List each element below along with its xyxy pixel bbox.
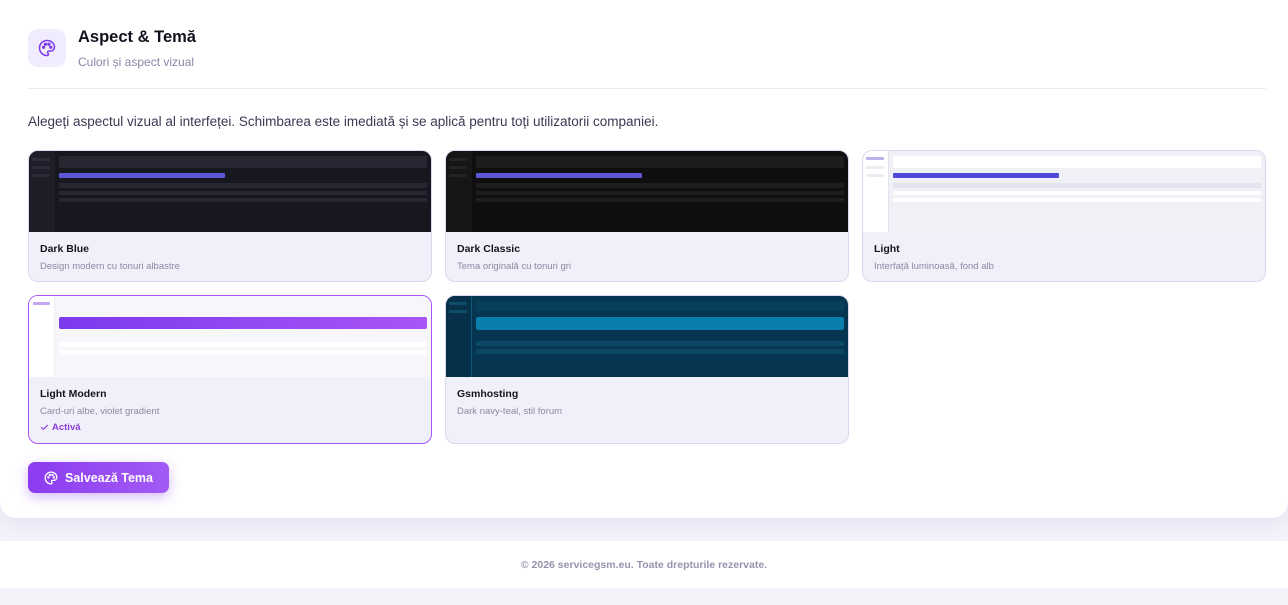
theme-description: Alegeți aspectul vizual al interfeței. S… bbox=[28, 114, 659, 129]
theme-preview-light bbox=[863, 151, 1265, 232]
save-theme-button[interactable]: Salvează Tema bbox=[28, 462, 169, 493]
theme-preview-gsmhosting bbox=[446, 296, 848, 377]
theme-card-gsmhosting[interactable]: Gsmhosting Dark navy-teal, stil forum bbox=[445, 295, 849, 444]
theme-name: Gsmhosting bbox=[457, 388, 519, 400]
theme-desc: Dark navy-teal, stil forum bbox=[457, 406, 563, 417]
theme-name: Light Modern bbox=[40, 388, 107, 400]
theme-desc: Card-uri albe, violet gradient bbox=[40, 406, 160, 417]
theme-card-light-modern[interactable]: Light Modern Card-uri albe, violet gradi… bbox=[28, 295, 432, 444]
palette-icon bbox=[44, 471, 58, 484]
footer-copyright: © 2026 servicegsm.eu. Toate drepturile r… bbox=[520, 558, 768, 571]
theme-card-dark-classic[interactable]: Dark Classic Tema originală cu tonuri gr… bbox=[445, 150, 849, 282]
theme-preview-light-modern bbox=[29, 296, 431, 377]
active-badge: Activă bbox=[40, 422, 81, 433]
theme-desc: Interfață luminoasă, fond alb bbox=[874, 261, 994, 272]
theme-desc: Tema originală cu tonuri gri bbox=[457, 261, 572, 272]
theme-card-light[interactable]: Light Interfață luminoasă, fond alb bbox=[862, 150, 1266, 282]
header-divider bbox=[28, 88, 1266, 89]
page-subtitle: Culori și aspect vizual bbox=[78, 55, 195, 69]
page-footer: © 2026 servicegsm.eu. Toate drepturile r… bbox=[0, 541, 1288, 588]
theme-name: Dark Classic bbox=[457, 243, 521, 255]
page-title: Aspect & Temă bbox=[78, 28, 196, 46]
active-label: Activă bbox=[52, 422, 81, 433]
theme-desc: Design modern cu tonuri albastre bbox=[40, 261, 180, 272]
palette-icon bbox=[38, 39, 56, 57]
save-button-label: Salvează Tema bbox=[64, 470, 154, 485]
theme-card-dark-blue[interactable]: Dark Blue Design modern cu tonuri albast… bbox=[28, 150, 432, 282]
theme-preview-dark-blue bbox=[29, 151, 431, 232]
theme-name: Light bbox=[874, 243, 900, 255]
theme-name: Dark Blue bbox=[40, 243, 90, 255]
theme-settings-panel: Aspect & Temă Culori și aspect vizual Al… bbox=[0, 0, 1288, 518]
theme-preview-dark-classic bbox=[446, 151, 848, 232]
header-icon-box bbox=[28, 29, 66, 67]
check-icon bbox=[40, 424, 49, 430]
